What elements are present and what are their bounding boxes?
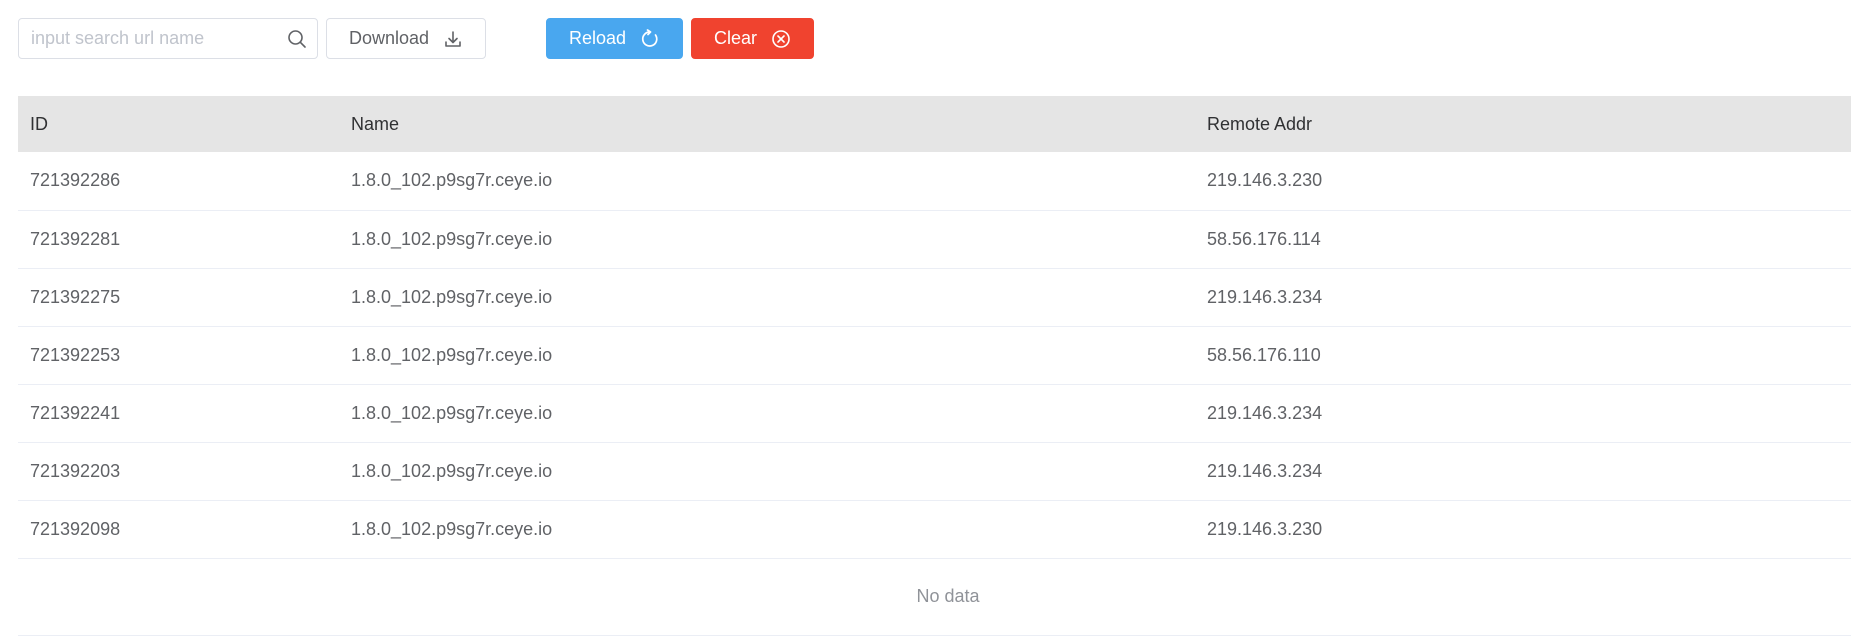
- cell-overflow: [1835, 384, 1851, 442]
- table-row[interactable]: 721392286 1.8.0_102.p9sg7r.ceye.io 219.1…: [18, 152, 1851, 210]
- table-row[interactable]: 721392275 1.8.0_102.p9sg7r.ceye.io 219.1…: [18, 268, 1851, 326]
- search-icon[interactable]: [287, 29, 307, 49]
- cell-id: 721392203: [30, 460, 121, 481]
- cell-remote-addr: 58.56.176.114: [1207, 228, 1321, 249]
- reload-icon: [641, 28, 658, 47]
- data-table: ID Name Remote Addr 721392286 1.8.0_102.…: [18, 96, 1851, 636]
- download-button[interactable]: Download: [326, 18, 486, 59]
- download-button-label: Download: [348, 28, 430, 48]
- cell-id: 721392098: [30, 518, 121, 539]
- cell-remote-addr: 219.146.3.234: [1207, 286, 1323, 307]
- cell-overflow: [1835, 500, 1851, 558]
- cell-id: 721392281: [30, 228, 121, 249]
- table-header-row: ID Name Remote Addr: [18, 96, 1851, 152]
- table-row[interactable]: 721392253 1.8.0_102.p9sg7r.ceye.io 58.56…: [18, 326, 1851, 384]
- cell-id: 721392275: [30, 286, 121, 307]
- download-icon: [445, 30, 461, 47]
- table-row[interactable]: 721392281 1.8.0_102.p9sg7r.ceye.io 58.56…: [18, 210, 1851, 268]
- cell-overflow: [1835, 152, 1851, 210]
- empty-text: No data: [916, 586, 980, 606]
- cell-remote-addr: 219.146.3.234: [1207, 402, 1323, 423]
- cell-name: 1.8.0_102.p9sg7r.ceye.io: [351, 286, 553, 307]
- clear-button[interactable]: Clear: [691, 18, 814, 59]
- table-row[interactable]: 721392241 1.8.0_102.p9sg7r.ceye.io 219.1…: [18, 384, 1851, 442]
- cell-name: 1.8.0_102.p9sg7r.ceye.io: [351, 170, 553, 191]
- reload-button-label: Reload: [568, 28, 627, 48]
- reload-button[interactable]: Reload: [546, 18, 683, 59]
- cell-name: 1.8.0_102.p9sg7r.ceye.io: [351, 402, 553, 423]
- column-header-name[interactable]: Name: [339, 96, 1195, 152]
- column-header-remote-addr[interactable]: Remote Addr: [1195, 96, 1835, 152]
- cell-overflow: [1835, 442, 1851, 500]
- search-input[interactable]: [19, 19, 281, 58]
- empty-row: No data: [18, 558, 1851, 636]
- cell-name: 1.8.0_102.p9sg7r.ceye.io: [351, 460, 553, 481]
- table-row[interactable]: 721392203 1.8.0_102.p9sg7r.ceye.io 219.1…: [18, 442, 1851, 500]
- cell-id: 721392253: [30, 344, 121, 365]
- close-circle-icon: [772, 29, 790, 48]
- cell-name: 1.8.0_102.p9sg7r.ceye.io: [351, 518, 553, 539]
- cell-remote-addr: 219.146.3.234: [1207, 460, 1323, 481]
- cell-name: 1.8.0_102.p9sg7r.ceye.io: [351, 228, 553, 249]
- toolbar: Download Reload Clear: [18, 18, 814, 59]
- table-row[interactable]: 721392098 1.8.0_102.p9sg7r.ceye.io 219.1…: [18, 500, 1851, 558]
- cell-overflow: [1835, 326, 1851, 384]
- cell-overflow: [1835, 210, 1851, 268]
- cell-id: 721392241: [30, 402, 121, 423]
- cell-remote-addr: 219.146.3.230: [1207, 170, 1323, 191]
- column-header-id[interactable]: ID: [18, 96, 339, 152]
- cell-overflow: [1835, 268, 1851, 326]
- cell-id: 721392286: [30, 170, 121, 191]
- search-box: [18, 18, 318, 59]
- column-header-overflow: [1835, 96, 1851, 152]
- cell-remote-addr: 219.146.3.230: [1207, 518, 1323, 539]
- clear-button-label: Clear: [713, 28, 757, 48]
- cell-remote-addr: 58.56.176.110: [1207, 344, 1321, 365]
- cell-name: 1.8.0_102.p9sg7r.ceye.io: [351, 344, 553, 365]
